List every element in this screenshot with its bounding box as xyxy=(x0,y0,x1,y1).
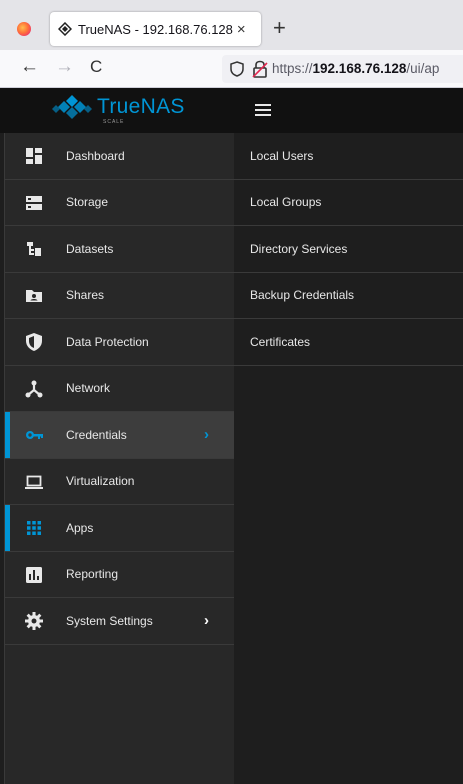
submenu-item-local-users[interactable]: Local Users xyxy=(234,133,463,180)
sidebar-item-shares[interactable]: Shares xyxy=(5,273,235,319)
forward-button[interactable]: → xyxy=(55,56,74,78)
logo-edition: SCALE xyxy=(103,119,125,125)
browser-tab-bar: TrueNAS - 192.168.76.128 × + xyxy=(0,0,463,50)
credentials-submenu: Local Users Local Groups Directory Servi… xyxy=(234,133,463,784)
logo-name: TrueNAS xyxy=(97,95,185,118)
shield-icon xyxy=(26,333,42,351)
sidebar-item-label: System Settings xyxy=(66,613,153,628)
new-tab-button[interactable]: + xyxy=(273,14,286,42)
truenas-logo[interactable]: TrueNAS SCALE xyxy=(52,94,185,125)
datasets-icon xyxy=(27,242,41,256)
sidebar-item-label: Data Protection xyxy=(66,334,149,349)
url-prefix: https:// xyxy=(272,61,313,76)
dashboard-icon xyxy=(26,148,42,164)
sidebar-item-data-protection[interactable]: Data Protection xyxy=(5,319,235,366)
sidebar-item-dashboard[interactable]: Dashboard xyxy=(5,133,235,180)
url-text: https://192.168.76.128/ui/ap xyxy=(272,61,439,76)
shares-icon xyxy=(26,289,42,302)
sidebar-item-apps[interactable]: Apps xyxy=(5,505,235,552)
submenu-item-local-groups[interactable]: Local Groups xyxy=(234,180,463,226)
chevron-right-icon: › xyxy=(204,611,209,629)
key-icon xyxy=(26,431,43,439)
app-header: TrueNAS SCALE xyxy=(0,88,463,133)
firefox-icon[interactable] xyxy=(17,22,31,36)
sidebar-item-virtualization[interactable]: Virtualization xyxy=(5,459,235,505)
laptop-icon xyxy=(25,475,43,489)
sidebar-item-datasets[interactable]: Datasets xyxy=(5,226,235,273)
sidebar-nav: Dashboard Storage Datasets Shares Data P… xyxy=(4,133,235,784)
browser-nav-bar: ← → C https://192.168.76.128/ui/ap xyxy=(0,50,463,88)
browser-tab[interactable]: TrueNAS - 192.168.76.128 × xyxy=(50,12,261,46)
submenu-item-certificates[interactable]: Certificates xyxy=(234,319,463,366)
truenas-logo-icon xyxy=(52,95,92,119)
sidebar-item-label: Datasets xyxy=(66,241,114,256)
sidebar-item-label: Network xyxy=(66,381,111,396)
sidebar-item-label: Virtualization xyxy=(66,474,135,489)
sidebar-item-network[interactable]: Network xyxy=(5,366,235,412)
truenas-favicon-icon xyxy=(58,22,72,36)
apps-grid-icon xyxy=(27,521,41,535)
gear-icon xyxy=(25,612,43,630)
menu-toggle-icon[interactable] xyxy=(255,104,271,116)
sidebar-item-reporting[interactable]: Reporting xyxy=(5,552,235,598)
tab-close-button[interactable]: × xyxy=(237,21,246,38)
sidebar-item-label: Dashboard xyxy=(66,148,125,163)
submenu-item-backup-credentials[interactable]: Backup Credentials xyxy=(234,273,463,319)
tab-title: TrueNAS - 192.168.76.128 xyxy=(78,21,233,37)
logo-text: TrueNAS SCALE xyxy=(97,95,185,125)
sidebar-item-label: Shares xyxy=(66,288,105,303)
sidebar-item-credentials[interactable]: Credentials › xyxy=(5,412,235,459)
tracking-shield-icon[interactable] xyxy=(230,61,244,77)
sidebar-item-label: Storage xyxy=(66,195,109,210)
reload-button[interactable]: C xyxy=(90,56,102,78)
lock-warning-icon[interactable] xyxy=(252,60,268,78)
sidebar-item-label: Apps xyxy=(66,520,94,535)
back-button[interactable]: ← xyxy=(20,56,39,78)
chevron-right-icon: › xyxy=(204,425,209,443)
reporting-icon xyxy=(26,566,42,583)
sidebar-item-system-settings[interactable]: System Settings › xyxy=(5,598,235,645)
url-host: 192.168.76.128 xyxy=(312,61,407,76)
sidebar-item-label: Reporting xyxy=(66,567,119,582)
url-path: /ui/ap xyxy=(406,61,440,76)
sidebar-item-storage[interactable]: Storage xyxy=(5,180,235,226)
network-icon xyxy=(25,380,43,397)
submenu-item-directory-services[interactable]: Directory Services xyxy=(234,226,463,273)
storage-icon xyxy=(26,195,42,210)
sidebar-item-label: Credentials xyxy=(66,427,127,442)
url-bar[interactable]: https://192.168.76.128/ui/ap xyxy=(222,55,463,83)
